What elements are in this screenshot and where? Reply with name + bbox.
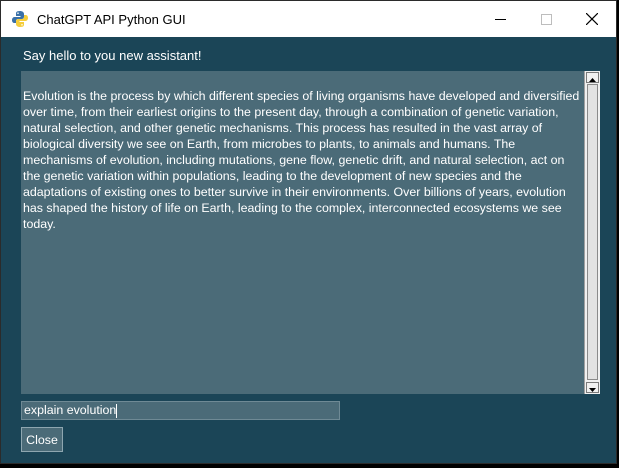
minimize-icon [494, 14, 506, 25]
response-textbox[interactable]: Evolution is the process by which differ… [21, 71, 600, 394]
app-window: ChatGPT API Python GUI Say hello to you … [0, 0, 617, 464]
title-bar[interactable]: ChatGPT API Python GUI [1, 1, 616, 37]
prompt-input-value: explain evolution [24, 403, 117, 417]
maximize-button[interactable] [523, 1, 569, 37]
minimize-button[interactable] [477, 1, 523, 37]
close-button[interactable]: Close [21, 427, 63, 452]
window-title: ChatGPT API Python GUI [37, 12, 186, 27]
close-icon [586, 13, 598, 25]
arrow-down-icon [589, 379, 596, 397]
response-text: Evolution is the process by which differ… [23, 89, 580, 231]
maximize-icon [540, 13, 552, 25]
scroll-down-button[interactable] [586, 382, 599, 393]
scroll-up-button[interactable] [586, 72, 599, 83]
text-caret [116, 404, 118, 418]
main-content: Say hello to you new assistant! Evolutio… [1, 37, 616, 465]
scroll-thumb[interactable] [587, 84, 598, 380]
vertical-scrollbar[interactable] [584, 71, 600, 394]
window-close-button[interactable] [569, 1, 615, 37]
prompt-input[interactable]: explain evolution [21, 401, 340, 420]
greeting-label: Say hello to you new assistant! [23, 48, 202, 63]
python-icon [11, 10, 29, 28]
